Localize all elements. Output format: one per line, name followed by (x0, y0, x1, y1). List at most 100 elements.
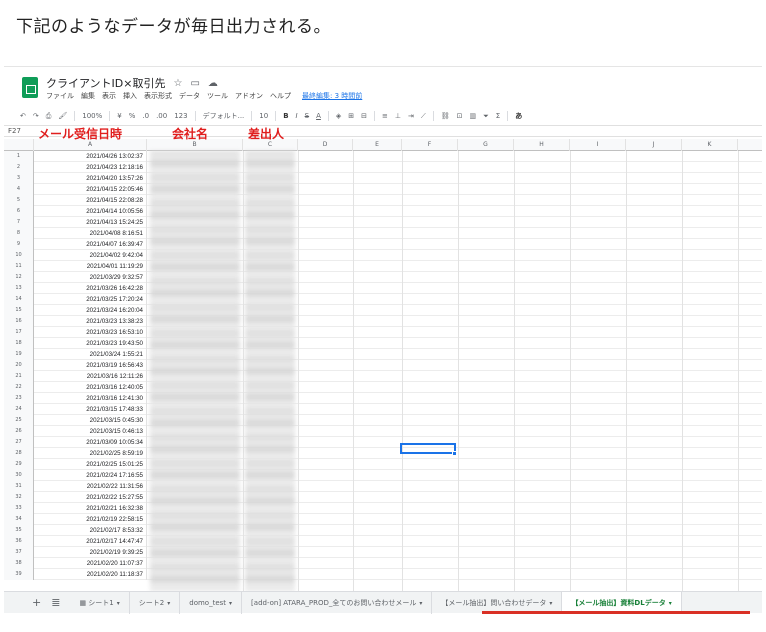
row-number[interactable]: 26 (4, 426, 34, 437)
chevron-down-icon[interactable]: ▾ (229, 600, 232, 607)
row-number[interactable]: 35 (4, 525, 34, 536)
all-sheets-icon[interactable]: ≣ (51, 596, 60, 609)
received-date-cell[interactable]: 2021/04/13 15:24:25 (34, 217, 147, 228)
bold-button[interactable]: B (283, 112, 288, 120)
row-number[interactable]: 6 (4, 206, 34, 217)
strikethrough-button[interactable]: S (305, 112, 309, 120)
font-select[interactable]: デフォルト... (203, 111, 245, 121)
redo-icon[interactable]: ↷ (33, 112, 39, 120)
increase-decimal-button[interactable]: .00 (156, 112, 167, 120)
received-date-cell[interactable]: 2021/03/09 10:05:34 (34, 437, 147, 448)
add-sheet-icon[interactable]: + (32, 596, 41, 609)
column-header[interactable]: K (682, 139, 738, 151)
row-number[interactable]: 9 (4, 239, 34, 250)
column-header[interactable]: H (514, 139, 570, 151)
row-number[interactable]: 37 (4, 547, 34, 558)
column-header[interactable]: F (402, 139, 458, 151)
last-edit-link[interactable]: 最終編集: 3 時間前 (302, 91, 362, 101)
row-number[interactable]: 21 (4, 371, 34, 382)
received-date-cell[interactable]: 2021/02/25 8:59:19 (34, 448, 147, 459)
row-number[interactable]: 8 (4, 228, 34, 239)
menu-view[interactable]: 表示 (102, 91, 116, 101)
column-header[interactable]: J (626, 139, 682, 151)
italic-button[interactable]: I (296, 112, 298, 120)
zoom-select[interactable]: 100% (82, 112, 102, 120)
name-box[interactable]: F27 (8, 127, 21, 135)
print-icon[interactable]: ⎙ (46, 112, 52, 121)
received-date-cell[interactable]: 2021/04/23 12:18:16 (34, 162, 147, 173)
received-date-cell[interactable]: 2021/03/24 16:20:04 (34, 305, 147, 316)
functions-icon[interactable]: Σ (496, 112, 500, 120)
received-date-cell[interactable]: 2021/04/07 16:39:47 (34, 239, 147, 250)
row-number[interactable]: 22 (4, 382, 34, 393)
received-date-cell[interactable]: 2021/02/17 8:53:32 (34, 525, 147, 536)
row-number[interactable]: 34 (4, 514, 34, 525)
menu-edit[interactable]: 編集 (81, 91, 95, 101)
received-date-cell[interactable]: 2021/03/16 12:11:26 (34, 371, 147, 382)
menu-data[interactable]: データ (179, 91, 200, 101)
received-date-cell[interactable]: 2021/02/19 9:39:25 (34, 547, 147, 558)
link-icon[interactable]: ⛓ (441, 112, 450, 120)
row-number[interactable]: 29 (4, 459, 34, 470)
align-vertical-icon[interactable]: ⊥ (395, 112, 401, 120)
tab-sheet1[interactable]: ▦ シート1 ▾ (70, 591, 130, 614)
row-number[interactable]: 31 (4, 481, 34, 492)
row-number[interactable]: 10 (4, 250, 34, 261)
row-number[interactable]: 19 (4, 349, 34, 360)
received-date-cell[interactable]: 2021/03/26 16:42:28 (34, 283, 147, 294)
star-icon[interactable]: ☆ (174, 78, 183, 89)
received-date-cell[interactable]: 2021/03/15 17:48:33 (34, 404, 147, 415)
received-date-cell[interactable]: 2021/02/20 11:07:37 (34, 558, 147, 569)
row-number[interactable]: 32 (4, 492, 34, 503)
received-date-cell[interactable]: 2021/02/17 14:47:47 (34, 536, 147, 547)
input-tools-button[interactable]: あ (515, 111, 522, 121)
received-date-cell[interactable]: 2021/02/22 11:31:56 (34, 481, 147, 492)
chevron-down-icon[interactable]: ▾ (167, 600, 170, 607)
received-date-cell[interactable]: 2021/04/01 11:19:29 (34, 261, 147, 272)
received-date-cell[interactable]: 2021/04/20 13:57:26 (34, 173, 147, 184)
text-color-button[interactable]: A (316, 112, 321, 120)
received-date-cell[interactable]: 2021/02/22 15:27:55 (34, 492, 147, 503)
received-date-cell[interactable]: 2021/02/24 17:16:55 (34, 470, 147, 481)
received-date-cell[interactable]: 2021/02/20 11:18:37 (34, 569, 147, 580)
tab-domo-test[interactable]: domo_test ▾ (180, 591, 243, 614)
received-date-cell[interactable]: 2021/03/15 0:45:30 (34, 415, 147, 426)
received-date-cell[interactable]: 2021/02/25 15:01:25 (34, 459, 147, 470)
chevron-down-icon[interactable]: ▾ (117, 600, 120, 607)
chart-icon[interactable]: ▥ (470, 112, 477, 120)
menu-insert[interactable]: 挿入 (123, 91, 137, 101)
received-date-cell[interactable]: 2021/03/23 13:38:23 (34, 316, 147, 327)
select-all-corner[interactable] (4, 139, 34, 151)
row-number[interactable]: 20 (4, 360, 34, 371)
font-size-select[interactable]: 10 (259, 112, 268, 120)
tab-sheet2[interactable]: シート2 ▾ (130, 591, 181, 614)
received-date-cell[interactable]: 2021/04/02 9:42:04 (34, 250, 147, 261)
received-date-cell[interactable]: 2021/03/29 9:32:57 (34, 272, 147, 283)
received-date-cell[interactable]: 2021/02/19 22:58:15 (34, 514, 147, 525)
received-date-cell[interactable]: 2021/03/16 12:41:30 (34, 393, 147, 404)
decrease-decimal-button[interactable]: .0 (142, 112, 149, 120)
received-date-cell[interactable]: 2021/03/24 1:55:21 (34, 349, 147, 360)
received-date-cell[interactable]: 2021/04/26 13:02:37 (34, 151, 147, 162)
row-number[interactable]: 33 (4, 503, 34, 514)
menu-help[interactable]: ヘルプ (270, 91, 291, 101)
text-rotate-icon[interactable]: ⟋ (421, 112, 426, 121)
row-number[interactable]: 14 (4, 294, 34, 305)
received-date-cell[interactable]: 2021/02/21 16:32:38 (34, 503, 147, 514)
currency-button[interactable]: ¥ (117, 112, 121, 120)
menu-tools[interactable]: ツール (207, 91, 228, 101)
row-number[interactable]: 16 (4, 316, 34, 327)
sheet-grid[interactable]: A B C D E F G H I J K 1 2021/04/26 13:02:… (4, 139, 762, 591)
tab-addon-all-inquiries[interactable]: [add-on] ATARA_PROD_全てのお問い合わせメール ▾ (242, 591, 433, 614)
percent-button[interactable]: % (129, 112, 136, 120)
received-date-cell[interactable]: 2021/03/16 12:40:05 (34, 382, 147, 393)
menu-addons[interactable]: アドオン (235, 91, 263, 101)
row-number[interactable]: 25 (4, 415, 34, 426)
row-number[interactable]: 7 (4, 217, 34, 228)
fill-color-icon[interactable]: ◈ (336, 112, 341, 120)
column-header[interactable]: D (298, 139, 353, 151)
row-number[interactable]: 24 (4, 404, 34, 415)
row-number[interactable]: 13 (4, 283, 34, 294)
folder-icon[interactable]: ▭ (190, 78, 199, 89)
row-number[interactable]: 18 (4, 338, 34, 349)
